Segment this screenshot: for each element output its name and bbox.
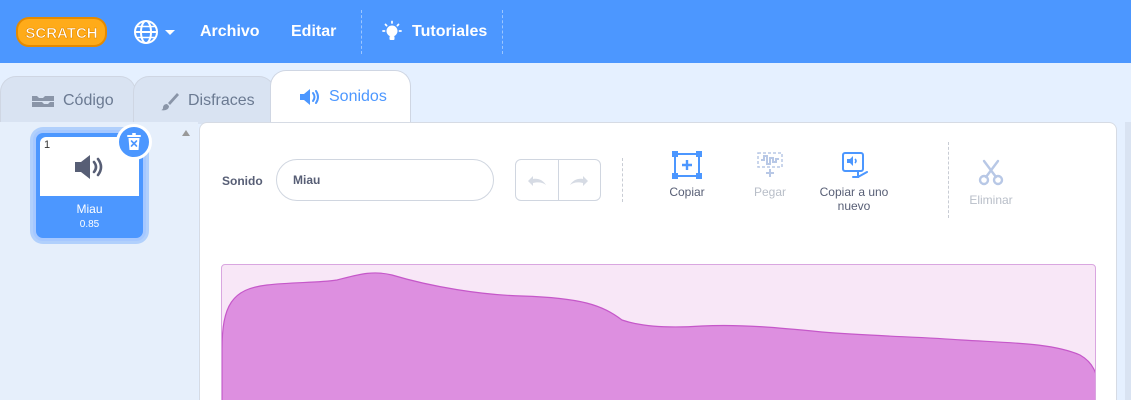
tab-code-label: Código [63, 91, 114, 109]
speaker-icon [75, 155, 103, 179]
scrollbar[interactable] [176, 122, 198, 400]
sound-waveform[interactable] [222, 265, 1096, 400]
toolbar-divider [622, 158, 623, 202]
menu-edit[interactable]: Editar [291, 0, 336, 63]
menu-tutorials[interactable]: Tutoriales [380, 0, 487, 63]
scissors-icon [978, 159, 1004, 186]
tab-sounds-label: Sonidos [329, 87, 387, 105]
sound-name: Miau [76, 202, 103, 216]
menu-bar: SCRATCH Archivo Editar Tutoriales [0, 0, 1131, 63]
speaker-icon [299, 88, 321, 106]
globe-icon [134, 20, 158, 44]
delete-sound-button[interactable] [116, 124, 152, 160]
copy-button[interactable]: Copiar [660, 149, 714, 199]
sound-duration: 0.85 [79, 219, 100, 230]
lightbulb-icon [382, 20, 402, 40]
scratch-logo[interactable]: SCRATCH [16, 16, 107, 48]
tab-costumes-label: Disfraces [188, 91, 255, 109]
copy-to-new-button[interactable]: Copiar a uno nuevo [810, 149, 898, 213]
tab-sounds[interactable]: Sonidos [270, 70, 411, 122]
tab-costumes[interactable]: Disfraces [133, 76, 275, 124]
code-blocks-icon [31, 93, 55, 109]
menu-divider [361, 10, 362, 54]
undo-icon [527, 176, 546, 186]
stage-panel-edge [1125, 122, 1131, 400]
paste-label: Pegar [753, 185, 787, 199]
paste-button[interactable]: Pegar [745, 149, 795, 199]
copy-selection-icon [672, 151, 702, 179]
scroll-up-arrow-icon[interactable] [182, 130, 190, 136]
waveform-panel[interactable] [221, 264, 1096, 400]
redo-button[interactable] [557, 160, 601, 200]
sound-name-input[interactable] [276, 159, 494, 201]
brush-icon [160, 91, 180, 111]
tab-code[interactable]: Código [0, 76, 136, 124]
delete-button[interactable]: Eliminar [962, 157, 1020, 207]
copy-to-new-label: Copiar a uno nuevo [819, 185, 889, 213]
sound-index: 1 [44, 139, 51, 151]
sound-name-label: Sonido [222, 174, 263, 188]
delete-label: Eliminar [969, 193, 1013, 207]
toolbar-divider [948, 142, 949, 218]
copy-to-new-icon [842, 152, 868, 178]
chevron-down-icon [165, 30, 175, 35]
undo-button[interactable] [516, 160, 558, 200]
menu-file[interactable]: Archivo [200, 0, 260, 63]
tutorials-label: Tutoriales [412, 22, 488, 40]
language-menu[interactable] [133, 19, 179, 45]
paste-icon [757, 152, 783, 177]
svg-text:SCRATCH: SCRATCH [25, 25, 97, 42]
copy-label: Copiar [669, 185, 705, 199]
redo-icon [570, 176, 589, 186]
menu-divider [502, 10, 503, 54]
trash-icon [127, 133, 141, 150]
undo-redo-group [515, 159, 601, 201]
